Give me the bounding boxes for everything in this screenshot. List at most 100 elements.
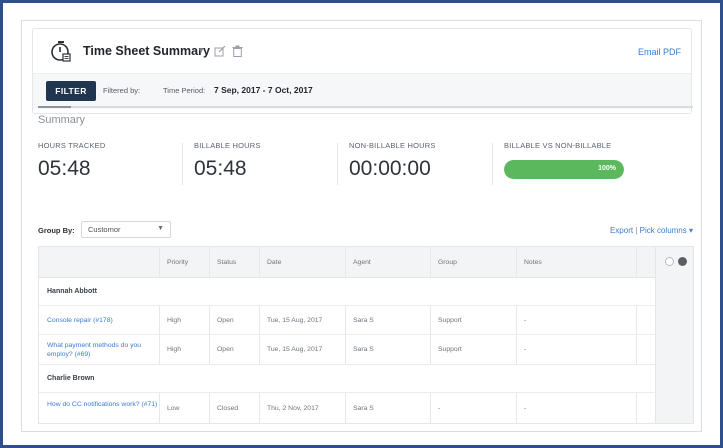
date-cell: Tue, 15 Aug, 2017 xyxy=(267,317,323,324)
chevron-down-icon: ▼ xyxy=(157,225,164,232)
stat-divider xyxy=(337,143,338,185)
column-divider xyxy=(516,247,517,278)
column-divider xyxy=(430,335,431,365)
trash-icon[interactable] xyxy=(232,45,243,57)
agent-cell: Sara S xyxy=(353,346,374,353)
agent-cell: Sara S xyxy=(353,317,374,324)
date-cell: Tue, 15 Aug, 2017 xyxy=(267,346,323,353)
column-divider xyxy=(516,335,517,365)
date-cell: Thu, 2 Nov, 2017 xyxy=(267,405,319,412)
time-period-value: 7 Sep, 2017 - 7 Oct, 2017 xyxy=(214,85,313,95)
stat-value: 05:48 xyxy=(194,157,247,180)
screenshot-frame: Time Sheet Summary ▼ Email PDF FILTER Fi… xyxy=(0,0,723,448)
group-by-value: Customor xyxy=(88,225,121,234)
chevron-down-icon[interactable]: ▼ xyxy=(197,46,205,55)
stat-divider xyxy=(492,143,493,185)
column-header-priority[interactable]: Priority xyxy=(167,259,188,266)
agent-cell: Sara S xyxy=(353,405,374,412)
stat-billable-vs-non-billable: BILLABLE VS NON-BILLABLE 100% xyxy=(504,141,624,189)
stat-label: HOURS TRACKED xyxy=(38,141,106,150)
pick-columns-link[interactable]: Pick columns xyxy=(640,226,687,235)
stat-divider xyxy=(182,143,183,185)
column-divider xyxy=(209,335,210,365)
row-actions-column xyxy=(655,247,693,423)
toolbar-separator: | xyxy=(635,226,638,235)
filtered-by-label: Filtered by: xyxy=(103,86,141,95)
stat-value: 05:48 xyxy=(38,157,91,180)
column-divider xyxy=(430,306,431,335)
notes-cell: - xyxy=(524,346,527,353)
column-divider xyxy=(345,247,346,278)
group-cell: - xyxy=(438,405,441,412)
customer-name: Charlie Brown xyxy=(47,375,95,382)
table-header: Priority Status Date Agent Group Notes xyxy=(39,247,693,278)
column-divider xyxy=(345,393,346,423)
caret-down-icon[interactable]: ▾ xyxy=(689,226,693,235)
ticket-link[interactable]: How do CC notifications work? (#71) xyxy=(47,400,159,409)
column-divider xyxy=(209,247,210,278)
ticket-link[interactable]: What payment methods do you employ? (#69… xyxy=(47,341,159,359)
table-toolbar: Export | Pick columns ▾ xyxy=(610,226,693,235)
filter-bar: FILTER Filtered by: Time Period: 7 Sep, … xyxy=(33,73,691,109)
stat-billable-hours: BILLABLE HOURS 05:48 xyxy=(194,141,261,189)
group-cell: Support xyxy=(438,317,462,324)
summary-title: Summary xyxy=(38,114,86,126)
column-header-date[interactable]: Date xyxy=(267,259,281,266)
column-divider xyxy=(430,393,431,423)
time-entries-table: Priority Status Date Agent Group Notes H… xyxy=(38,246,694,424)
column-header-agent[interactable]: Agent xyxy=(353,259,371,266)
column-header-status[interactable]: Status xyxy=(217,259,236,266)
table-row[interactable]: How do CC notifications work? (#71) Low … xyxy=(39,393,693,423)
column-divider xyxy=(516,393,517,423)
column-divider xyxy=(259,247,260,278)
column-divider xyxy=(516,306,517,335)
status-cell: Open xyxy=(217,317,234,324)
priority-cell: High xyxy=(167,317,181,324)
priority-cell: High xyxy=(167,346,181,353)
edit-icon[interactable] xyxy=(214,45,226,57)
time-period-label: Time Period: xyxy=(163,86,206,95)
group-row: Charlie Brown xyxy=(39,365,693,393)
stat-label: BILLABLE VS NON-BILLABLE xyxy=(504,141,612,150)
radio-off-icon[interactable] xyxy=(665,257,674,266)
stat-non-billable-hours: NON-BILLABLE HOURS 00:00:00 xyxy=(349,141,436,189)
status-cell: Closed xyxy=(217,405,239,412)
radio-on-icon[interactable] xyxy=(678,257,687,266)
customer-name: Hannah Abbott xyxy=(47,288,97,295)
table-row[interactable]: What payment methods do you employ? (#69… xyxy=(39,335,693,365)
group-cell: Support xyxy=(438,346,462,353)
priority-cell: Low xyxy=(167,405,180,412)
column-divider xyxy=(209,393,210,423)
summary-divider xyxy=(38,106,693,108)
column-divider xyxy=(430,247,431,278)
group-row: Hannah Abbott xyxy=(39,278,693,306)
column-divider xyxy=(259,393,260,423)
status-cell: Open xyxy=(217,346,234,353)
export-link[interactable]: Export xyxy=(610,226,633,235)
report-header: Time Sheet Summary ▼ Email PDF FILTER Fi… xyxy=(32,28,692,114)
filter-button[interactable]: FILTER xyxy=(46,81,96,101)
group-by-label: Group By: xyxy=(38,226,75,235)
stat-value: 00:00:00 xyxy=(349,157,431,180)
column-divider xyxy=(259,335,260,365)
time-sheet-report: Time Sheet Summary ▼ Email PDF FILTER Fi… xyxy=(21,20,702,432)
column-header-group[interactable]: Group xyxy=(438,259,457,266)
billable-percent: 100% xyxy=(598,165,616,172)
notes-cell: - xyxy=(524,405,527,412)
column-divider xyxy=(345,306,346,335)
billable-progress-bar: 100% xyxy=(504,160,624,179)
column-header-notes[interactable]: Notes xyxy=(524,259,542,266)
report-title: Time Sheet Summary xyxy=(83,44,210,58)
table-row[interactable]: Console repair (#178) High Open Tue, 15 … xyxy=(39,306,693,335)
group-by-select[interactable]: Customor ▼ xyxy=(81,221,171,238)
email-pdf-link[interactable]: Email PDF xyxy=(638,47,681,57)
column-divider xyxy=(345,335,346,365)
stat-label: BILLABLE HOURS xyxy=(194,141,261,150)
column-divider xyxy=(259,306,260,335)
column-divider xyxy=(209,306,210,335)
ticket-link[interactable]: Console repair (#178) xyxy=(47,316,159,325)
notes-cell: - xyxy=(524,317,527,324)
stat-label: NON-BILLABLE HOURS xyxy=(349,141,436,150)
report-title-bar: Time Sheet Summary ▼ Email PDF xyxy=(33,29,691,73)
stopwatch-icon xyxy=(51,41,71,62)
